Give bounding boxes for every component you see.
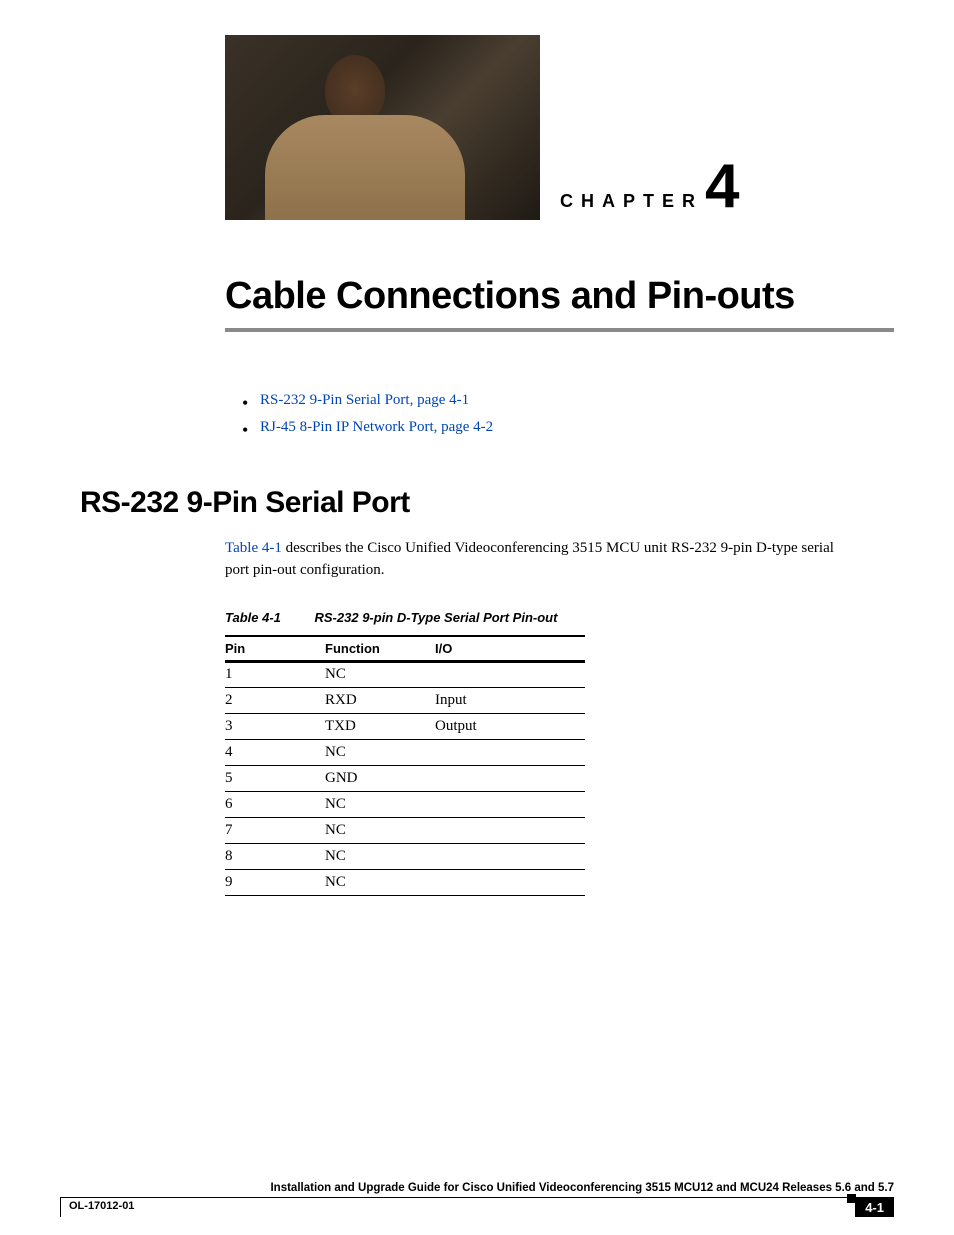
th-function: Function: [325, 636, 435, 661]
table-ref-link[interactable]: Table 4-1: [225, 540, 282, 556]
table-row: 8NC: [225, 843, 585, 869]
cell-function: NC: [325, 869, 435, 895]
cell-function: NC: [325, 843, 435, 869]
toc-link-rj45[interactable]: RJ-45 8-Pin IP Network Port, page 4-2: [260, 419, 493, 435]
table-number: Table 4-1: [225, 610, 281, 625]
cell-io: [435, 869, 585, 895]
cell-pin: 2: [225, 687, 325, 713]
table-row: 6NC: [225, 791, 585, 817]
cell-pin: 1: [225, 661, 325, 688]
page-title: Cable Connections and Pin-outs: [225, 275, 894, 318]
cell-pin: 8: [225, 843, 325, 869]
cell-function: NC: [325, 791, 435, 817]
table-of-contents: RS-232 9-Pin Serial Port, page 4-1 RJ-45…: [260, 387, 894, 441]
cell-io: [435, 791, 585, 817]
chapter-photo: [225, 35, 540, 220]
cell-io: [435, 765, 585, 791]
table-row: 4NC: [225, 739, 585, 765]
toc-link-rs232[interactable]: RS-232 9-Pin Serial Port, page 4-1: [260, 392, 469, 408]
cell-io: [435, 817, 585, 843]
chapter-label-block: CHAPTER 4: [560, 162, 740, 220]
pinout-table: Pin Function I/O 1NC2RXDInput3TXDOutput4…: [225, 635, 585, 896]
cell-pin: 3: [225, 713, 325, 739]
footer-decoration: [835, 1197, 855, 1217]
footer-doc-number: OL-17012-01: [60, 1197, 835, 1217]
table-row: 3TXDOutput: [225, 713, 585, 739]
footer-guide-title: Installation and Upgrade Guide for Cisco…: [60, 1182, 894, 1197]
footer-page-number: 4-1: [855, 1197, 894, 1217]
cell-pin: 6: [225, 791, 325, 817]
page-footer: Installation and Upgrade Guide for Cisco…: [60, 1182, 894, 1217]
section-heading: RS-232 9-Pin Serial Port: [80, 486, 894, 520]
table-row: 2RXDInput: [225, 687, 585, 713]
cell-pin: 7: [225, 817, 325, 843]
chapter-number: 4: [705, 162, 739, 212]
table-caption: Table 4-1 RS-232 9-pin D-Type Serial Por…: [225, 610, 894, 625]
cell-io: Input: [435, 687, 585, 713]
th-io: I/O: [435, 636, 585, 661]
table-row: 7NC: [225, 817, 585, 843]
cell-function: TXD: [325, 713, 435, 739]
cell-pin: 5: [225, 765, 325, 791]
table-row: 5GND: [225, 765, 585, 791]
cell-io: [435, 739, 585, 765]
table-row: 1NC: [225, 661, 585, 688]
cell-function: RXD: [325, 687, 435, 713]
section-intro-text: describes the Cisco Unified Videoconfere…: [225, 540, 834, 578]
cell-pin: 9: [225, 869, 325, 895]
th-pin: Pin: [225, 636, 325, 661]
section-intro: Table 4-1 describes the Cisco Unified Vi…: [225, 538, 854, 582]
cell-function: NC: [325, 817, 435, 843]
table-title: RS-232 9-pin D-Type Serial Port Pin-out: [315, 610, 558, 625]
cell-function: GND: [325, 765, 435, 791]
cell-function: NC: [325, 661, 435, 688]
table-row: 9NC: [225, 869, 585, 895]
cell-function: NC: [325, 739, 435, 765]
cell-io: Output: [435, 713, 585, 739]
title-rule: [225, 328, 894, 332]
cell-io: [435, 843, 585, 869]
cell-pin: 4: [225, 739, 325, 765]
chapter-word: CHAPTER: [560, 191, 703, 212]
cell-io: [435, 661, 585, 688]
